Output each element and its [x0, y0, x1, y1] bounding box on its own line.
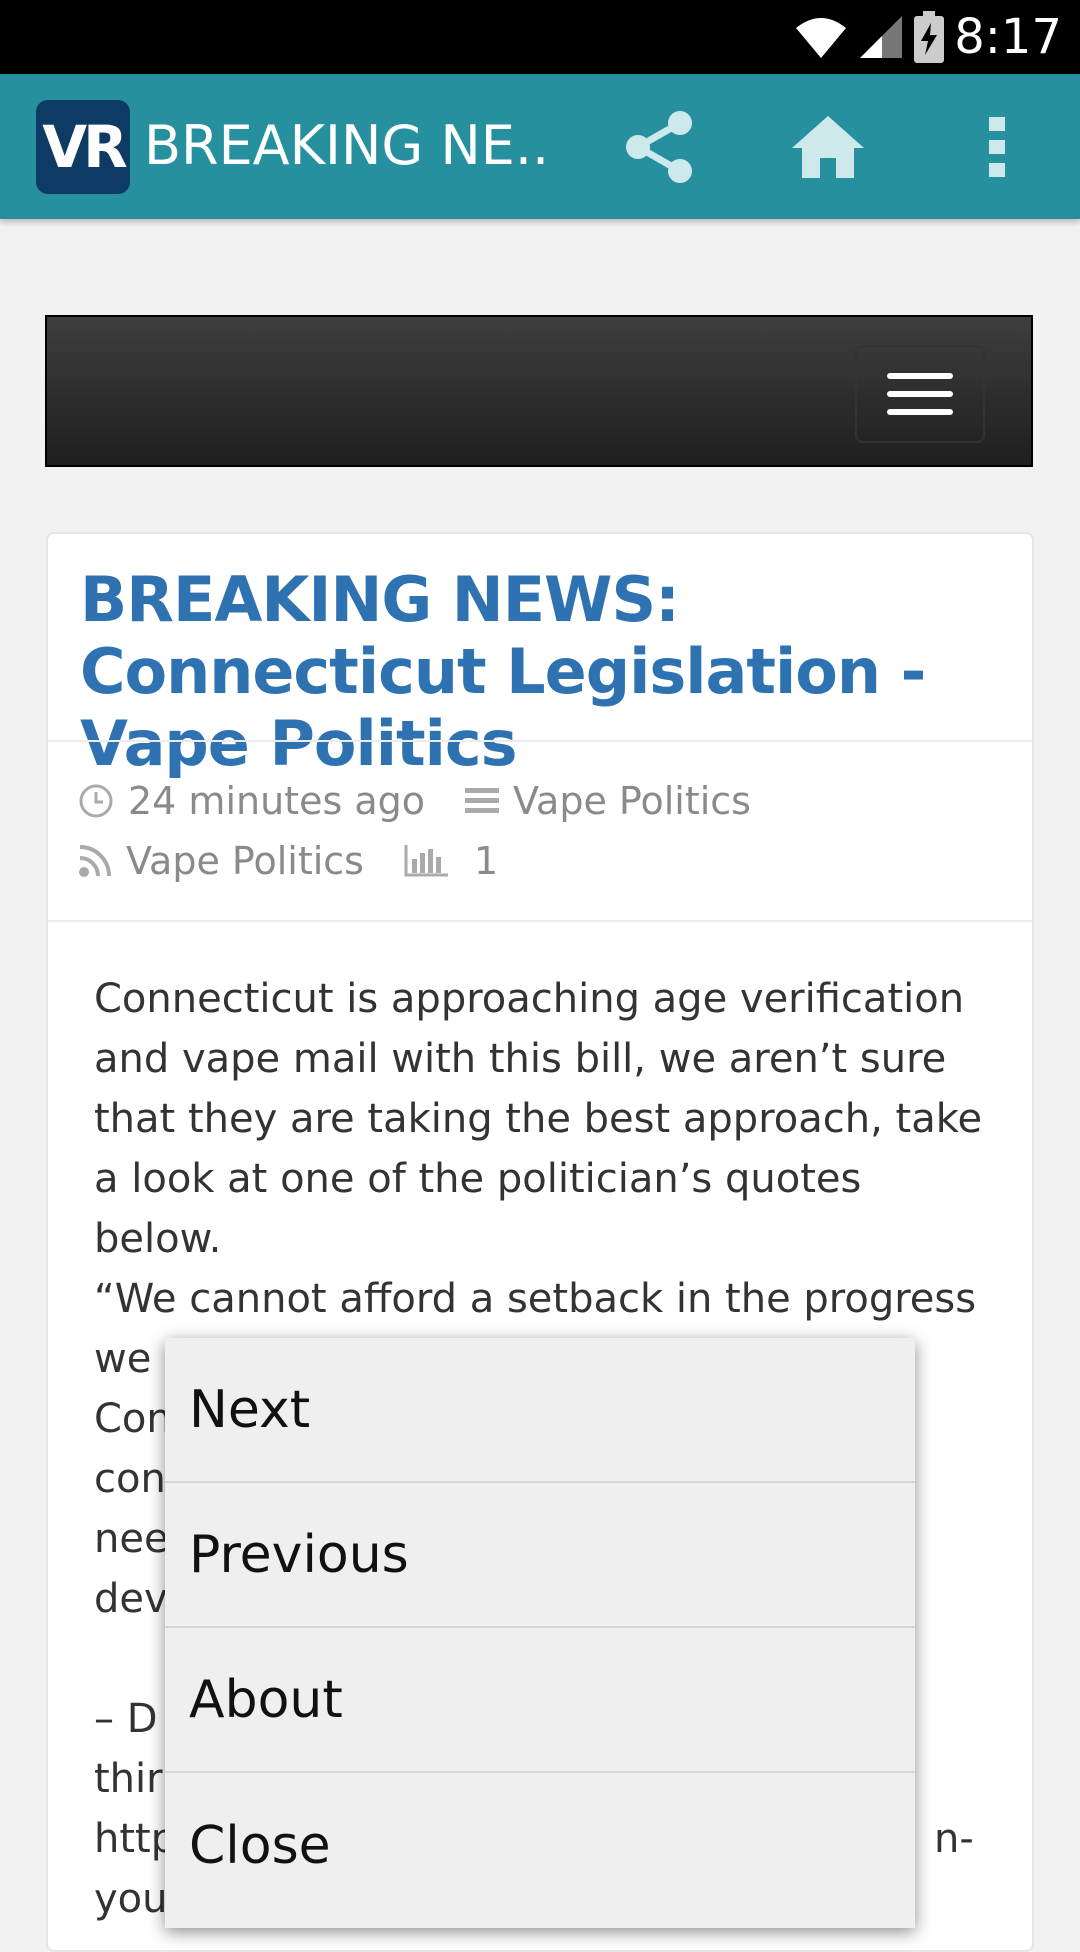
hamburger-line [887, 373, 953, 379]
menu-item-close[interactable]: Close [165, 1773, 915, 1918]
feed-link[interactable]: Vape Politics [126, 839, 364, 883]
site-navbar [45, 315, 1033, 467]
hamburger-line [887, 391, 953, 397]
divider [48, 920, 1032, 922]
view-count: 1 [473, 839, 499, 883]
nav-toggle-button[interactable] [855, 345, 985, 443]
bar-chart-icon [404, 845, 448, 877]
hamburger-line [887, 409, 953, 415]
paragraph: Connecticut is approaching age verificat… [94, 976, 983, 1262]
overflow-menu-button[interactable] [952, 102, 1042, 192]
menu-item-next[interactable]: Next [165, 1338, 915, 1483]
home-button[interactable] [783, 102, 873, 192]
action-bar: VR BREAKING NE... [0, 74, 1080, 219]
app-title: BREAKING NE... [144, 114, 544, 177]
home-icon [792, 116, 864, 178]
menu-item-about[interactable]: About [165, 1628, 915, 1773]
status-icons: 8:17 [794, 8, 1062, 66]
category-link[interactable]: Vape Politics [513, 779, 751, 823]
article-title[interactable]: BREAKING NEWS: Connecticut Legislation -… [80, 564, 1000, 780]
share-button[interactable] [615, 102, 705, 192]
link-fragment-end[interactable]: n- [934, 1809, 974, 1869]
app-logo: VR [36, 100, 130, 194]
app-logo-text: VR [42, 113, 128, 181]
time-ago: 24 minutes ago [128, 779, 425, 823]
link-fragment[interactable]: http [94, 1816, 176, 1862]
article-meta-row-2: Vape Politics 1 [78, 839, 498, 883]
battery-charging-icon [914, 11, 945, 63]
wifi-icon [796, 18, 847, 58]
status-bar: 8:17 [0, 0, 1080, 74]
divider [48, 740, 1032, 742]
menu-item-previous[interactable]: Previous [165, 1483, 915, 1628]
article-meta-row-1: 24 minutes ago Vape Politics [78, 779, 751, 823]
signal-icon [860, 16, 903, 58]
overflow-popup-menu: Next Previous About Close [165, 1338, 915, 1928]
rss-icon [78, 844, 112, 878]
share-icon [626, 111, 692, 183]
status-time: 8:17 [954, 9, 1062, 65]
list-icon [465, 786, 499, 816]
more-vertical-icon [989, 117, 1005, 177]
clock-icon [78, 783, 114, 819]
